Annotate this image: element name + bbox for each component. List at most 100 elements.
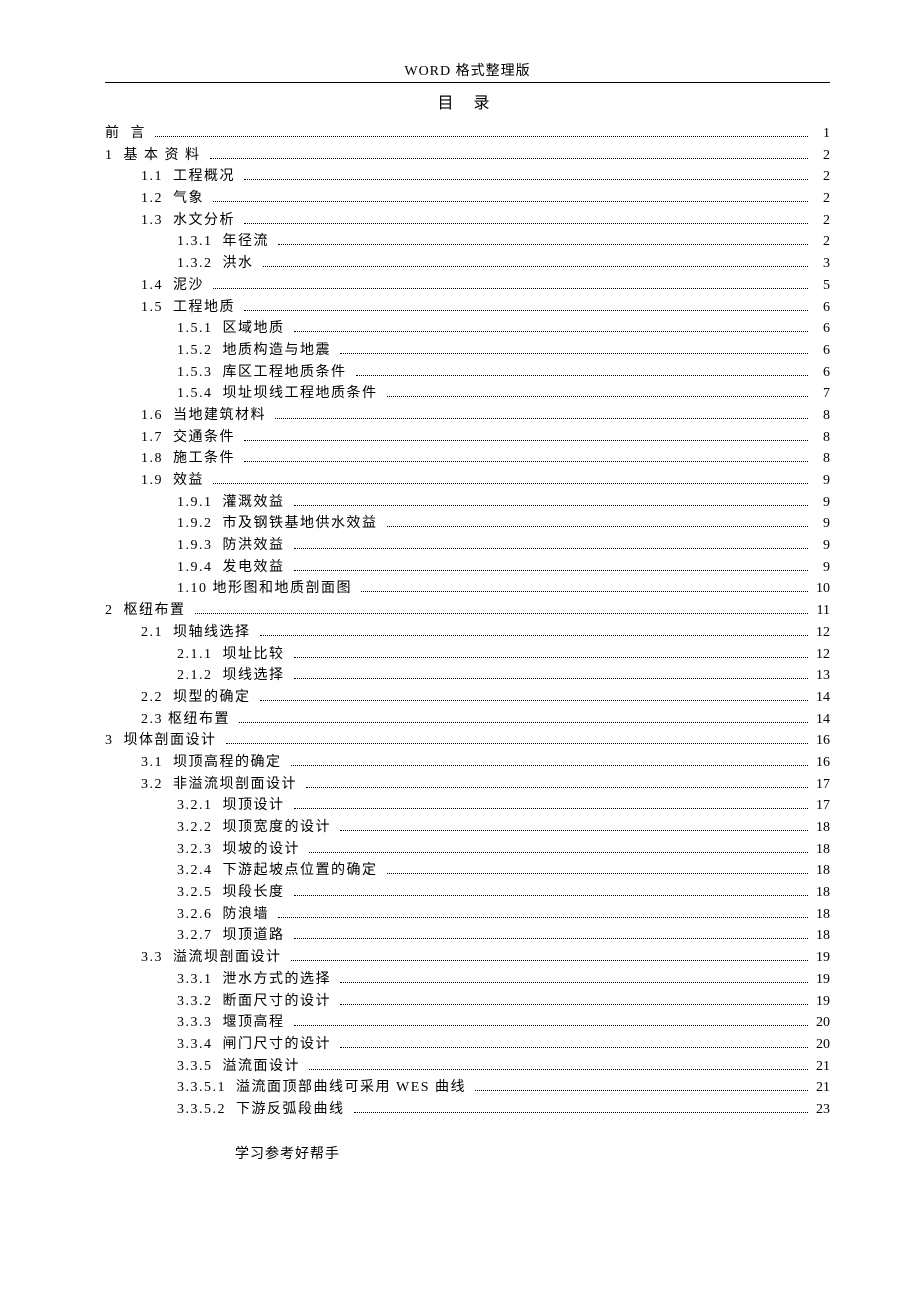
- toc-entry: 3.3.1 泄水方式的选择 19: [105, 969, 830, 991]
- toc-entry-page: 11: [812, 600, 830, 622]
- toc-entry-label: 2 枢纽布置: [105, 600, 191, 622]
- toc-entry-page: 8: [812, 405, 830, 427]
- toc-entry: 3.2.4 下游起坡点位置的确定 18: [105, 860, 830, 882]
- toc-entry-label: 1.6 当地建筑材料: [141, 405, 271, 427]
- toc-entry: 3 坝体剖面设计 16: [105, 730, 830, 752]
- toc-leader-dots: [213, 483, 808, 484]
- toc-entry-page: 12: [812, 644, 830, 666]
- toc-entry-page: 1: [812, 123, 830, 145]
- toc-entry: 1.9.4 发电效益 9: [105, 557, 830, 579]
- toc-leader-dots: [213, 201, 808, 202]
- toc-entry: 1.8 施工条件 8: [105, 448, 830, 470]
- toc-entry-label: 2.1 坝轴线选择: [141, 622, 256, 644]
- toc-entry-label: 3.2.5 坝段长度: [177, 882, 290, 904]
- toc-leader-dots: [309, 1069, 808, 1070]
- toc-leader-dots: [155, 136, 808, 137]
- toc-entry: 1.2 气象 2: [105, 188, 830, 210]
- toc-entry: 3.2.3 坝坡的设计 18: [105, 839, 830, 861]
- toc-leader-dots: [244, 223, 808, 224]
- toc-entry-label: 3.2.2 坝顶宽度的设计: [177, 817, 336, 839]
- toc-entry: 3.3.3 堰顶高程 20: [105, 1012, 830, 1034]
- toc-entry-page: 8: [812, 427, 830, 449]
- toc-entry: 1.9 效益 9: [105, 470, 830, 492]
- toc-entry-label: 3.3.5 溢流面设计: [177, 1056, 305, 1078]
- toc-entry-page: 5: [812, 275, 830, 297]
- toc-entry-page: 14: [812, 687, 830, 709]
- toc-entry-label: 1.5.1 区域地质: [177, 318, 290, 340]
- toc-entry-page: 2: [812, 145, 830, 167]
- toc-entry: 3.2.6 防浪墙 18: [105, 904, 830, 926]
- toc-entry-label: 前 言: [105, 123, 151, 145]
- toc-entry-page: 13: [812, 665, 830, 687]
- toc-leader-dots: [239, 722, 808, 723]
- toc-entry-label: 1.10 地形图和地质剖面图: [177, 578, 357, 600]
- toc-entry-label: 3.3.3 堰顶高程: [177, 1012, 290, 1034]
- toc-leader-dots: [354, 1112, 809, 1113]
- toc-entry: 1.9.1 灌溉效益 9: [105, 492, 830, 514]
- toc-entry-page: 6: [812, 297, 830, 319]
- toc-leader-dots: [244, 310, 808, 311]
- toc-entry-page: 19: [812, 947, 830, 969]
- toc-entry-label: 3.2.7 坝顶道路: [177, 925, 290, 947]
- toc-leader-dots: [294, 331, 809, 332]
- toc-entry: 2.1 坝轴线选择 12: [105, 622, 830, 644]
- toc-entry: 3.3.5.1 溢流面顶部曲线可采用 WES 曲线 21: [105, 1077, 830, 1099]
- toc-entry-page: 2: [812, 166, 830, 188]
- toc-entry: 3.1 坝顶高程的确定 16: [105, 752, 830, 774]
- toc-leader-dots: [291, 765, 809, 766]
- toc-entry-label: 3.3 溢流坝剖面设计: [141, 947, 287, 969]
- toc-entry-page: 12: [812, 622, 830, 644]
- toc-entry-label: 1 基 本 资 料: [105, 145, 206, 167]
- toc-leader-dots: [278, 244, 808, 245]
- toc-entry: 1.5.3 库区工程地质条件 6: [105, 362, 830, 384]
- toc-entry-label: 3.2 非溢流坝剖面设计: [141, 774, 302, 796]
- toc-entry-page: 19: [812, 991, 830, 1013]
- toc-entry-page: 9: [812, 535, 830, 557]
- toc-entry-label: 1.4 泥沙: [141, 275, 209, 297]
- toc-entry-label: 1.5.4 坝址坝线工程地质条件: [177, 383, 383, 405]
- toc-entry-page: 2: [812, 210, 830, 232]
- toc-entry-label: 3.2.1 坝顶设计: [177, 795, 290, 817]
- toc-entry-page: 2: [812, 188, 830, 210]
- toc-leader-dots: [260, 635, 809, 636]
- toc-entry: 1.6 当地建筑材料 8: [105, 405, 830, 427]
- toc-entry-label: 1.9.1 灌溉效益: [177, 492, 290, 514]
- toc-entry: 3.2.1 坝顶设计 17: [105, 795, 830, 817]
- toc-leader-dots: [226, 743, 809, 744]
- toc-entry-page: 18: [812, 882, 830, 904]
- toc-entry: 1.3 水文分析 2: [105, 210, 830, 232]
- toc-leader-dots: [294, 1025, 809, 1026]
- toc-leader-dots: [294, 505, 809, 506]
- toc-entry: 1 基 本 资 料 2: [105, 145, 830, 167]
- toc-leader-dots: [244, 179, 808, 180]
- toc-leader-dots: [387, 526, 809, 527]
- toc-entry: 1.7 交通条件 8: [105, 427, 830, 449]
- toc-entry-page: 17: [812, 774, 830, 796]
- toc-entry-label: 1.9.2 市及钢铁基地供水效益: [177, 513, 383, 535]
- toc-entry-label: 1.2 气象: [141, 188, 209, 210]
- toc-entry: 2.3 枢纽布置 14: [105, 709, 830, 731]
- toc-leader-dots: [275, 418, 808, 419]
- toc-leader-dots: [294, 808, 809, 809]
- toc-entry-page: 6: [812, 318, 830, 340]
- page-footer: 学习参考好帮手: [105, 1143, 830, 1163]
- toc-entry-label: 1.9.4 发电效益: [177, 557, 290, 579]
- toc-entry-label: 1.5.3 库区工程地质条件: [177, 362, 352, 384]
- toc-leader-dots: [361, 591, 808, 592]
- toc-leader-dots: [475, 1090, 808, 1091]
- toc-entry-label: 3.3.2 断面尺寸的设计: [177, 991, 336, 1013]
- toc-leader-dots: [340, 830, 808, 831]
- toc-entry-page: 9: [812, 470, 830, 492]
- toc-entry-page: 18: [812, 925, 830, 947]
- toc-leader-dots: [356, 375, 809, 376]
- toc-entry-label: 1.5.2 地质构造与地震: [177, 340, 336, 362]
- toc-entry: 2.1.1 坝址比较 12: [105, 644, 830, 666]
- toc-entry: 3.3.5 溢流面设计 21: [105, 1056, 830, 1078]
- toc-entry: 1.5.2 地质构造与地震 6: [105, 340, 830, 362]
- toc-entry-label: 1.5 工程地质: [141, 297, 240, 319]
- toc-entry-label: 1.1 工程概况: [141, 166, 240, 188]
- toc-entry-page: 8: [812, 448, 830, 470]
- toc-entry-page: 17: [812, 795, 830, 817]
- document-page: WORD 格式整理版 目 录 前 言 11 基 本 资 料 21.1 工程概况 …: [0, 0, 920, 1193]
- toc-entry: 3.3 溢流坝剖面设计 19: [105, 947, 830, 969]
